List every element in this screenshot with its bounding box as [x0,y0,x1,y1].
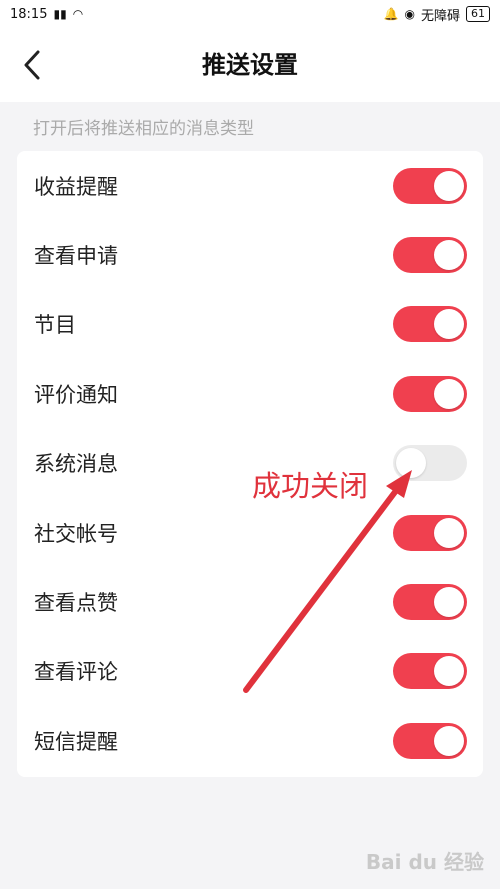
setting-label: 短信提醒 [34,729,118,754]
wifi-icon: ◠ [72,7,84,21]
setting-label: 查看评论 [34,660,118,685]
watermark: Bai du 经验 [365,850,484,874]
annotation-text: 成功关闭 [252,469,369,503]
toggle-knob [434,586,464,617]
setting-toggle[interactable] [393,167,467,204]
setting-row: 评价通知 [17,359,483,428]
header: 推送设置 [0,28,500,102]
setting-label: 社交帐号 [34,521,118,546]
hint-text: 打开后将推送相应的消息类型 [33,119,254,139]
setting-toggle[interactable] [393,236,467,273]
setting-label: 查看点赞 [34,590,118,615]
setting-toggle[interactable] [393,583,467,620]
setting-toggle[interactable] [393,514,467,551]
setting-label: 节目 [34,313,76,338]
setting-row: 收益提醒 [17,151,483,220]
setting-row: 查看申请 [17,220,483,289]
toggle-knob [434,378,464,409]
setting-toggle[interactable] [393,306,467,343]
toggle-knob [434,725,464,756]
toggle-knob [396,448,426,479]
status-time: 18:15 [10,6,48,22]
toggle-knob [434,517,464,548]
notification-bell-icon: 🔔 [383,7,399,21]
setting-toggle[interactable] [393,375,467,412]
toggle-knob [434,309,464,340]
toggle-knob [434,656,464,687]
setting-toggle[interactable] [393,653,467,690]
toggle-knob [434,170,464,201]
setting-row: 社交帐号 [17,498,483,567]
setting-row: 查看评论 [17,637,483,706]
accessibility-label: 无障碍 [420,8,460,24]
signal-icon: ▮▮ [53,7,67,21]
toggle-knob [434,239,464,270]
setting-label: 收益提醒 [34,174,118,199]
setting-row: 节目 [17,290,483,359]
setting-toggle[interactable] [393,722,467,759]
setting-row: 短信提醒 [17,706,483,775]
setting-label: 评价通知 [34,382,118,407]
status-bar: 18:15 ▮▮ ◠ 🔔 ◉ 无障碍 61 [0,0,500,28]
setting-label: 系统消息 [34,452,118,477]
setting-label: 查看申请 [34,243,118,268]
page-title: 推送设置 [202,51,298,79]
setting-toggle[interactable] [393,445,467,482]
settings-card: 收益提醒查看申请节目评价通知系统消息社交帐号查看点赞查看评论短信提醒 [17,151,483,777]
accessibility-icon: ◉ [404,7,415,21]
setting-row: 查看点赞 [17,567,483,636]
setting-row: 系统消息 [17,429,483,498]
battery-indicator: 61 [466,6,490,22]
